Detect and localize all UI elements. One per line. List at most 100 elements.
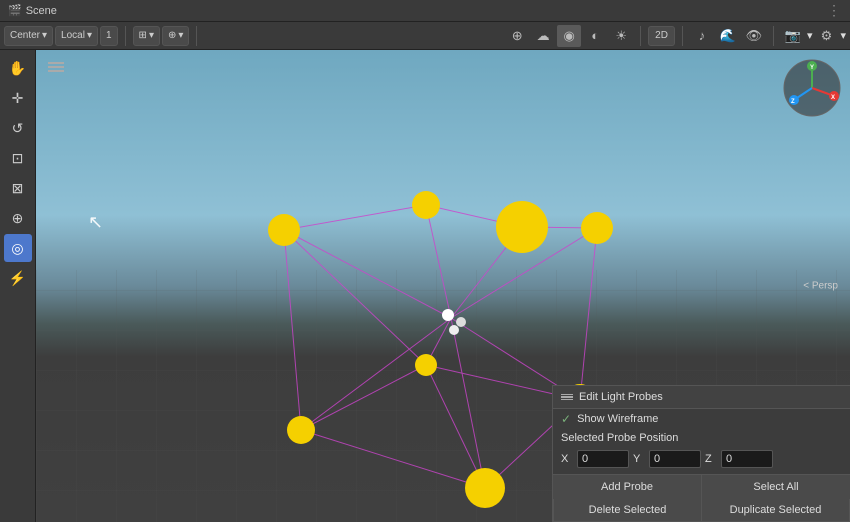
menu-line3 — [48, 70, 64, 72]
title-bar: 🎬 Scene ⋮ — [0, 0, 850, 22]
probe-mid — [415, 354, 437, 376]
window-menu-icon[interactable]: ⋮ — [827, 2, 842, 19]
probe-topleft — [268, 214, 300, 246]
sun-button[interactable]: ☀ — [609, 25, 633, 47]
camera-group: 📷▾ ⚙▾ — [781, 25, 846, 47]
globe-icon: ⊕ — [512, 28, 523, 44]
svg-text:X: X — [831, 95, 835, 101]
camera-button[interactable]: 📷 — [781, 25, 805, 47]
settings-button[interactable]: ⚙ — [814, 25, 838, 47]
z-label: Z — [705, 453, 717, 465]
sep1 — [125, 26, 126, 46]
duplicate-selected-button[interactable]: Duplicate Selected — [701, 499, 850, 522]
lighting-icon: ◉ — [563, 28, 574, 44]
sep4 — [682, 26, 683, 46]
probe-position-title: Selected Probe Position — [553, 429, 850, 447]
menu-line1 — [48, 62, 64, 64]
lp-menu-icon — [561, 394, 573, 401]
cloud-icon: ☁ — [537, 28, 550, 44]
probe-small-2 — [456, 317, 466, 327]
editor-tool[interactable]: ⚡ — [4, 264, 32, 292]
audio-button[interactable]: ♪ — [690, 25, 714, 47]
scene-viewport[interactable]: < Persp Y X Z ↖ — [36, 50, 850, 522]
scene-gizmo[interactable]: Y X Z — [782, 58, 842, 118]
center-chevron: ▾ — [42, 30, 47, 41]
hand-tool[interactable]: ✋ — [4, 54, 32, 82]
add-probe-button[interactable]: Add Probe — [553, 475, 702, 499]
probe-small-3 — [449, 325, 459, 335]
coord-row: X Y Z — [553, 447, 850, 474]
camera-icon: 📷 — [785, 28, 801, 44]
snap-icon: ⊕ — [168, 30, 176, 41]
snap-button[interactable]: ⊕▾ — [162, 26, 189, 46]
menu-line2 — [48, 66, 64, 68]
viewport-menu[interactable] — [48, 62, 64, 72]
probe-small-1 — [442, 309, 454, 321]
transform-group: Center ▾ Local ▾ 1 — [4, 26, 118, 46]
light-probe-panel: Edit Light Probes ✓ Show Wireframe Selec… — [552, 385, 850, 522]
probe-bottomcenter — [465, 468, 505, 508]
probe-topright — [581, 212, 613, 244]
cloud-button[interactable]: ☁ — [531, 25, 555, 47]
lp-title: Edit Light Probes — [579, 391, 663, 403]
view-group: ⊕ ☁ ◉ ◐ ☀ — [505, 25, 633, 47]
effects-button[interactable]: 🌊 — [716, 25, 740, 47]
sep3 — [640, 26, 641, 46]
lighting-button[interactable]: ◉ — [557, 25, 581, 47]
lp-header: Edit Light Probes — [553, 386, 850, 409]
scale-tool[interactable]: ⊡ — [4, 144, 32, 172]
persp-label: < Persp — [803, 281, 838, 292]
title-text: Scene — [26, 5, 57, 17]
x-label: X — [561, 453, 573, 465]
2d-label: 2D — [655, 30, 668, 41]
rect-tool[interactable]: ⊠ — [4, 174, 32, 202]
main-toolbar: Center ▾ Local ▾ 1 ⊞▾ ⊕▾ ⊕ ☁ ◉ ◐ ☀ 2D ♪ … — [0, 22, 850, 50]
window-title: 🎬 Scene — [8, 4, 57, 17]
effects-icon: 🌊 — [720, 28, 736, 44]
probe-bottomleft — [287, 416, 315, 444]
svg-text:Z: Z — [791, 99, 795, 105]
globe-button[interactable]: ⊕ — [505, 25, 529, 47]
btn-row-1: Add Probe Select All — [553, 474, 850, 499]
z-input[interactable] — [721, 450, 773, 468]
gizmo-svg: Y X Z — [782, 58, 842, 118]
layer-label: 1 — [106, 30, 112, 41]
transform-tool[interactable]: ⊕ — [4, 204, 32, 232]
rotate-tool[interactable]: ↺ — [4, 114, 32, 142]
settings-icon: ⚙ — [821, 28, 833, 44]
probe-large-center — [496, 201, 548, 253]
select-all-button[interactable]: Select All — [702, 475, 850, 499]
btn-row-2: Delete Selected Duplicate Selected — [553, 499, 850, 522]
y-input[interactable] — [649, 450, 701, 468]
delete-selected-button[interactable]: Delete Selected — [553, 499, 701, 522]
vis-icon: 👁 — [746, 28, 763, 44]
halfcircle-button[interactable]: ◐ — [583, 25, 607, 47]
audio-icon: ♪ — [699, 28, 706, 43]
wireframe-row: ✓ Show Wireframe — [553, 409, 850, 429]
grid-button[interactable]: ⊞▾ — [133, 26, 160, 46]
grid-group: ⊞▾ ⊕▾ — [133, 26, 190, 46]
center-button[interactable]: Center ▾ — [4, 26, 53, 46]
sep5 — [773, 26, 774, 46]
sep2 — [196, 26, 197, 46]
left-toolbar: ✋ ✛ ↺ ⊡ ⊠ ⊕ ◎ ⚡ — [0, 50, 36, 522]
2d-button[interactable]: 2D — [648, 26, 675, 46]
render-group: ♪ 🌊 👁 — [690, 25, 766, 47]
y-label: Y — [633, 453, 645, 465]
cursor-indicator: ↖ — [88, 212, 103, 233]
scene-icon: 🎬 — [8, 4, 22, 17]
probe-topmid — [412, 191, 440, 219]
vis-button[interactable]: 👁 — [742, 25, 766, 47]
svg-text:Y: Y — [810, 65, 814, 71]
layer-button[interactable]: 1 — [100, 26, 118, 46]
local-chevron: ▾ — [87, 30, 92, 41]
wireframe-label: Show Wireframe — [577, 413, 658, 425]
halfcircle-icon: ◐ — [591, 28, 599, 43]
local-label: Local — [61, 30, 85, 41]
custom-tool[interactable]: ◎ — [4, 234, 32, 262]
center-label: Center — [10, 30, 40, 41]
x-input[interactable] — [577, 450, 629, 468]
local-button[interactable]: Local ▾ — [55, 26, 98, 46]
wireframe-check: ✓ — [561, 412, 571, 426]
move-tool[interactable]: ✛ — [4, 84, 32, 112]
